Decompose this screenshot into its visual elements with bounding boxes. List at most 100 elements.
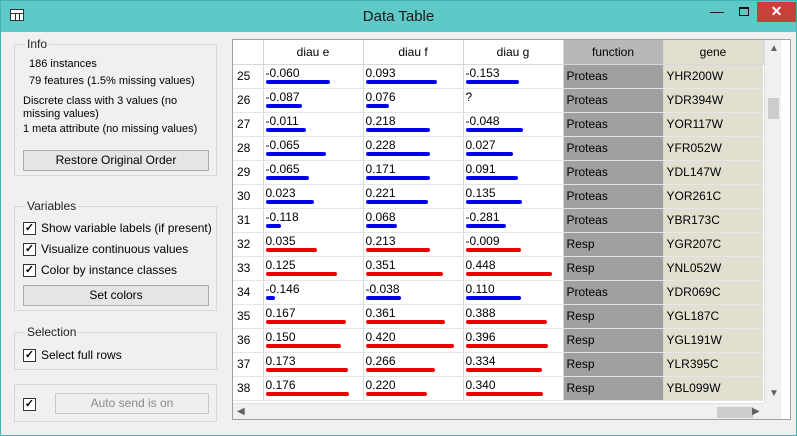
cell-function[interactable]: Resp	[563, 376, 664, 401]
column-header-diau-g[interactable]: diau g	[463, 40, 564, 65]
visualize-continuous-checkbox[interactable]: ✓ Visualize continuous values	[23, 241, 188, 257]
horizontal-scrollbar[interactable]: ◀ ▶	[233, 403, 764, 419]
row-number[interactable]: 32	[233, 232, 264, 257]
cell-diau-g[interactable]: -0.281	[463, 208, 564, 233]
row-number[interactable]: 36	[233, 328, 264, 353]
table-row[interactable]: 38 0.176 0.220 0.340 Resp YBL099W	[233, 376, 763, 401]
table-row[interactable]: 25 -0.060 0.093 -0.153 Proteas YHR200W	[233, 64, 763, 89]
cell-diau-g[interactable]: -0.009	[463, 232, 564, 257]
cell-diau-f[interactable]: -0.038	[363, 280, 464, 305]
color-by-class-checkbox[interactable]: ✓ Color by instance classes	[23, 262, 177, 278]
row-number[interactable]: 29	[233, 160, 264, 185]
scroll-left-icon[interactable]: ◀	[237, 406, 245, 417]
cell-diau-e[interactable]: 0.023	[263, 184, 364, 209]
cell-diau-e[interactable]: -0.011	[263, 112, 364, 137]
table-row[interactable]: 27 -0.011 0.218 -0.048 Proteas YOR117W	[233, 112, 763, 137]
cell-function[interactable]: Proteas	[563, 88, 664, 113]
table-row[interactable]: 32 0.035 0.213 -0.009 Resp YGR207C	[233, 232, 763, 257]
cell-function[interactable]: Proteas	[563, 280, 664, 305]
maximize-button[interactable]	[730, 2, 757, 22]
cell-function[interactable]: Proteas	[563, 184, 664, 209]
row-number[interactable]: 26	[233, 88, 264, 113]
cell-diau-e[interactable]: 0.035	[263, 232, 364, 257]
cell-diau-e[interactable]: 0.167	[263, 304, 364, 329]
scroll-right-icon[interactable]: ▶	[752, 406, 760, 417]
cell-gene[interactable]: YBL099W	[663, 376, 763, 401]
table-row[interactable]: 26 -0.087 0.076? Proteas YDR394W	[233, 88, 763, 113]
row-number[interactable]: 34	[233, 280, 264, 305]
cell-diau-f[interactable]: 0.361	[363, 304, 464, 329]
horizontal-scroll-thumb[interactable]	[717, 407, 753, 418]
cell-gene[interactable]: YOR261C	[663, 184, 763, 209]
cell-function[interactable]: Proteas	[563, 112, 664, 137]
cell-diau-f[interactable]: 0.420	[363, 328, 464, 353]
row-number[interactable]: 38	[233, 376, 264, 401]
cell-function[interactable]: Proteas	[563, 160, 664, 185]
close-button[interactable]: ✕	[757, 2, 796, 22]
cell-gene[interactable]: YGL191W	[663, 328, 763, 353]
cell-diau-e[interactable]: -0.118	[263, 208, 364, 233]
cell-diau-e[interactable]: 0.150	[263, 328, 364, 353]
cell-diau-f[interactable]: 0.093	[363, 64, 464, 89]
cell-diau-g[interactable]: -0.048	[463, 112, 564, 137]
cell-gene[interactable]: YGL187C	[663, 304, 763, 329]
cell-diau-f[interactable]: 0.068	[363, 208, 464, 233]
row-number[interactable]: 30	[233, 184, 264, 209]
row-number[interactable]: 28	[233, 136, 264, 161]
row-number[interactable]: 33	[233, 256, 264, 281]
cell-gene[interactable]: YHR200W	[663, 64, 763, 89]
row-number[interactable]: 27	[233, 112, 264, 137]
column-header-gene[interactable]: gene	[663, 40, 764, 65]
table-row[interactable]: 36 0.150 0.420 0.396 Resp YGL191W	[233, 328, 763, 353]
scroll-up-icon[interactable]: ▲	[769, 43, 779, 54]
cell-gene[interactable]: YDR394W	[663, 88, 763, 113]
cell-diau-e[interactable]: -0.065	[263, 160, 364, 185]
cell-function[interactable]: Resp	[563, 352, 664, 377]
cell-diau-g[interactable]: 0.135	[463, 184, 564, 209]
cell-diau-f[interactable]: 0.076	[363, 88, 464, 113]
table-row[interactable]: 35 0.167 0.361 0.388 Resp YGL187C	[233, 304, 763, 329]
vertical-scrollbar[interactable]: ▲ ▼	[764, 40, 781, 403]
cell-gene[interactable]: YGR207C	[663, 232, 763, 257]
table-row[interactable]: 33 0.125 0.351 0.448 Resp YNL052W	[233, 256, 763, 281]
table-row[interactable]: 28 -0.065 0.228 0.027 Proteas YFR052W	[233, 136, 763, 161]
table-row[interactable]: 29 -0.065 0.171 0.091 Proteas YDL147W	[233, 160, 763, 185]
cell-diau-e[interactable]: 0.176	[263, 376, 364, 401]
cell-diau-g[interactable]: 0.448	[463, 256, 564, 281]
cell-function[interactable]: Resp	[563, 304, 664, 329]
table-row[interactable]: 31 -0.118 0.068 -0.281 Proteas YBR173C	[233, 208, 763, 233]
cell-diau-e[interactable]: 0.125	[263, 256, 364, 281]
cell-diau-g[interactable]: -0.153	[463, 64, 564, 89]
cell-diau-f[interactable]: 0.213	[363, 232, 464, 257]
cell-function[interactable]: Proteas	[563, 208, 664, 233]
cell-diau-f[interactable]: 0.228	[363, 136, 464, 161]
cell-gene[interactable]: YBR173C	[663, 208, 763, 233]
title-bar[interactable]: Data Table — ✕	[1, 1, 796, 32]
column-header-diau-e[interactable]: diau e	[263, 40, 364, 65]
cell-diau-g[interactable]: 0.334	[463, 352, 564, 377]
cell-diau-e[interactable]: -0.065	[263, 136, 364, 161]
scroll-down-icon[interactable]: ▼	[769, 388, 779, 399]
minimize-button[interactable]: —	[704, 2, 730, 22]
show-variable-labels-checkbox[interactable]: ✓ Show variable labels (if present)	[23, 220, 212, 236]
cell-function[interactable]: Proteas	[563, 64, 664, 89]
cell-function[interactable]: Resp	[563, 256, 664, 281]
cell-diau-e[interactable]: -0.087	[263, 88, 364, 113]
select-full-rows-checkbox[interactable]: ✓ Select full rows	[23, 347, 122, 363]
cell-diau-f[interactable]: 0.171	[363, 160, 464, 185]
restore-original-order-button[interactable]: Restore Original Order	[23, 150, 209, 171]
cell-gene[interactable]: YLR395C	[663, 352, 763, 377]
row-number[interactable]: 31	[233, 208, 264, 233]
cell-diau-g[interactable]: 0.027	[463, 136, 564, 161]
cell-gene[interactable]: YNL052W	[663, 256, 763, 281]
cell-diau-e[interactable]: -0.146	[263, 280, 364, 305]
cell-gene[interactable]: YDL147W	[663, 160, 763, 185]
vertical-scroll-thumb[interactable]	[768, 98, 779, 119]
cell-diau-f[interactable]: 0.218	[363, 112, 464, 137]
column-header-function[interactable]: function	[563, 40, 664, 65]
cell-function[interactable]: Proteas	[563, 136, 664, 161]
cell-diau-e[interactable]: 0.173	[263, 352, 364, 377]
cell-diau-g[interactable]: ?	[463, 88, 564, 113]
cell-function[interactable]: Resp	[563, 232, 664, 257]
cell-diau-g[interactable]: 0.110	[463, 280, 564, 305]
